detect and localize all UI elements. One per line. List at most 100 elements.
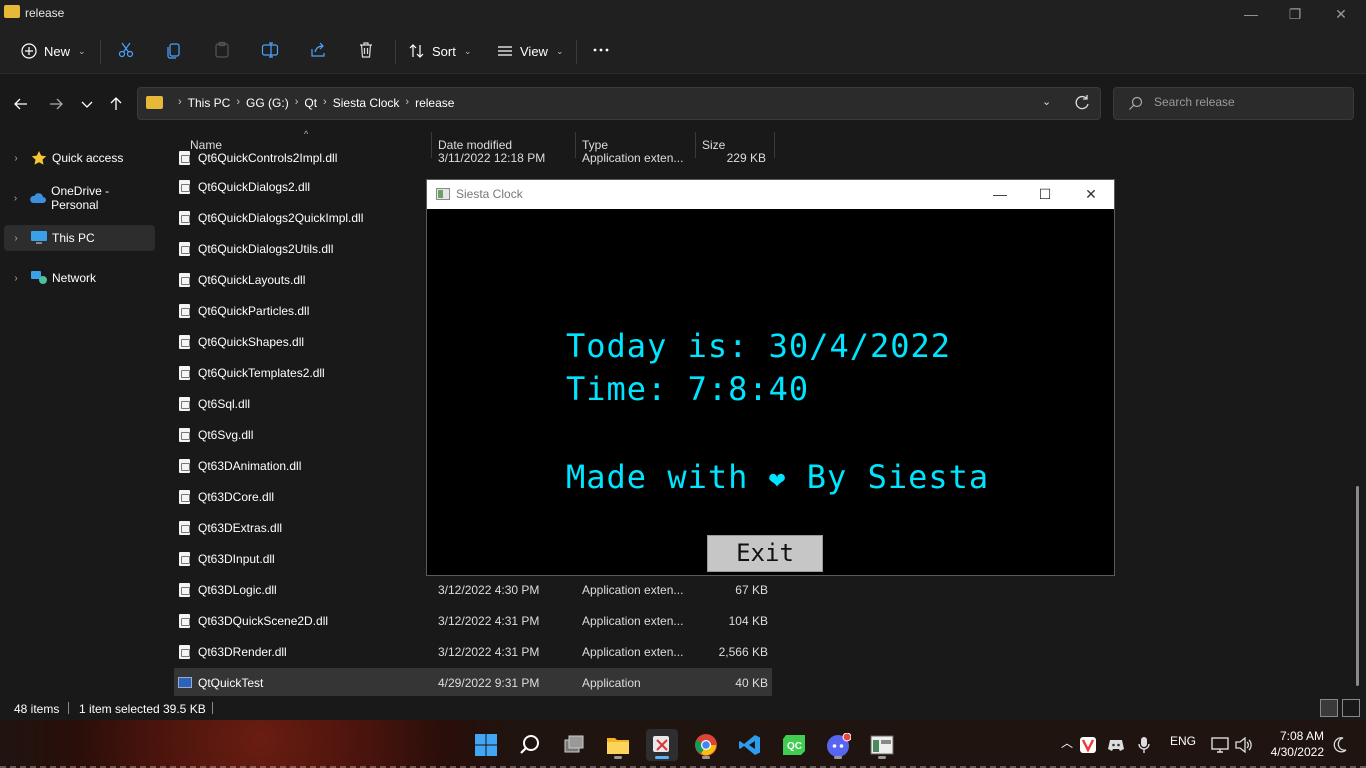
view-button[interactable]: View ⌄	[496, 36, 564, 66]
clock-time: 7:08 AM	[1279, 729, 1324, 743]
file-date: 3/12/2022 4:31 PM	[438, 645, 540, 659]
new-label: New	[44, 43, 71, 59]
file-name: Qt6QuickDialogs2.dll	[198, 180, 311, 194]
search-taskbar-button[interactable]	[514, 729, 546, 761]
breadcrumb-siesta-clock[interactable]: Siesta Clock	[333, 96, 400, 110]
discord-tray-icon[interactable]	[1104, 729, 1128, 761]
language-indicator[interactable]: ENG	[1170, 734, 1196, 748]
share-button[interactable]	[308, 40, 328, 60]
show-hidden-icons-button[interactable]: ︿	[1061, 734, 1073, 751]
chevron-right-icon[interactable]: ›	[6, 193, 25, 204]
sort-ascending-icon: ^	[304, 129, 309, 139]
dll-file-icon	[179, 366, 190, 380]
sort-button[interactable]: Sort ⌄	[408, 36, 471, 66]
volume-tray-icon[interactable]	[1232, 729, 1256, 761]
monitor-icon	[30, 229, 48, 247]
dll-file-icon	[179, 490, 190, 504]
network-tray-icon[interactable]	[1208, 729, 1232, 761]
maximize-button[interactable]: ☐	[1022, 180, 1068, 209]
breadcrumb-qt[interactable]: Qt	[304, 96, 317, 110]
sidebar-item-quick-access[interactable]: › Quick access	[4, 145, 155, 171]
file-name: Qt6QuickDialogs2QuickImpl.dll	[198, 211, 364, 225]
discord-taskbar-button[interactable]	[822, 729, 854, 761]
file-explorer-taskbar-button[interactable]	[602, 729, 634, 761]
siesta-clock-title-bar[interactable]: Siesta Clock — ☐ ✕	[427, 180, 1114, 209]
search-box[interactable]	[1113, 87, 1354, 120]
details-view-button[interactable]	[1320, 699, 1338, 717]
item-count: 48 items	[14, 702, 60, 716]
siesta-clock-taskbar-button[interactable]	[866, 729, 898, 761]
microphone-tray-icon[interactable]	[1132, 729, 1156, 761]
file-size: 2,566 KB	[718, 645, 768, 659]
folder-icon	[607, 738, 629, 754]
file-name: Qt63DAnimation.dll	[198, 459, 302, 473]
start-button[interactable]	[470, 729, 502, 761]
minimize-button[interactable]: —	[1228, 0, 1274, 28]
column-resize-handle[interactable]	[774, 132, 775, 158]
clipboard-icon	[215, 41, 229, 58]
taskbar-clock[interactable]: 7:08 AM 4/30/2022	[1260, 728, 1324, 760]
notification-button[interactable]	[1330, 729, 1350, 761]
taskbar: QC ︿ ENG 7:08 AM 4/30/2022	[0, 720, 1366, 768]
sidebar-item-network[interactable]: › Network	[4, 265, 155, 291]
breadcrumb-this-pc[interactable]: This PC	[188, 96, 231, 110]
view-lines-icon	[498, 46, 512, 56]
large-icons-view-button[interactable]	[1342, 699, 1360, 717]
svg-text:QC: QC	[787, 741, 802, 752]
paste-button[interactable]	[212, 40, 232, 60]
chevron-right-icon: ›	[236, 96, 241, 108]
file-row[interactable]: Qt63DLogic.dll 3/12/2022 4:30 PM Applica…	[174, 575, 772, 605]
rename-button[interactable]	[260, 40, 280, 60]
restore-button[interactable]: ❐	[1272, 0, 1318, 28]
qt-creator-taskbar-button[interactable]: QC	[778, 729, 810, 761]
file-row[interactable]: Qt63DQuickScene2D.dll 3/12/2022 4:31 PM …	[174, 606, 772, 636]
address-history-dropdown[interactable]: ⌄	[1042, 95, 1051, 108]
chevron-right-icon[interactable]: ›	[6, 273, 26, 284]
file-row[interactable]: Qt63DRender.dll 3/12/2022 4:31 PM Applic…	[174, 637, 772, 667]
copy-button[interactable]	[164, 40, 184, 60]
chevron-right-icon[interactable]: ›	[6, 153, 26, 164]
file-row-selected[interactable]: QtQuickTest 4/29/2022 9:31 PM Applicatio…	[174, 668, 772, 696]
cut-button[interactable]	[116, 40, 136, 60]
file-type: Application exten...	[582, 151, 684, 165]
scissors-icon	[118, 42, 134, 58]
more-options-button[interactable]	[591, 40, 611, 60]
file-name: Qt6QuickParticles.dll	[198, 304, 310, 318]
breadcrumb-release[interactable]: release	[415, 96, 454, 110]
vscode-taskbar-button[interactable]	[734, 729, 766, 761]
vertical-scrollbar[interactable]	[1356, 486, 1359, 686]
vivaldi-tray-icon[interactable]	[1076, 729, 1100, 761]
delete-button[interactable]	[356, 40, 376, 60]
recent-locations-button[interactable]	[77, 94, 97, 114]
breadcrumb-drive[interactable]: GG (G:)	[246, 96, 289, 110]
forward-button[interactable]	[46, 94, 66, 114]
search-input[interactable]	[1154, 95, 1344, 109]
chevron-right-icon[interactable]: ›	[6, 233, 26, 244]
dll-file-icon	[179, 428, 190, 442]
address-bar[interactable]: › This PC › GG (G:) › Qt › Siesta Clock …	[137, 87, 1101, 120]
sidebar-item-onedrive[interactable]: › OneDrive - Personal	[4, 184, 155, 212]
sidebar-item-this-pc[interactable]: › This PC	[4, 225, 155, 251]
qt-icon: QC	[783, 735, 805, 755]
chrome-taskbar-button[interactable]	[690, 729, 722, 761]
sort-icon	[409, 44, 424, 58]
new-button[interactable]: New ⌄	[20, 36, 86, 66]
dll-file-icon	[179, 583, 190, 597]
task-view-button[interactable]	[558, 729, 590, 761]
back-button[interactable]	[11, 94, 31, 114]
windows-logo-icon	[475, 734, 497, 756]
close-button[interactable]: ✕	[1068, 180, 1114, 209]
snipping-tool-taskbar-button[interactable]	[646, 729, 678, 761]
file-name: Qt6QuickLayouts.dll	[198, 273, 306, 287]
minimize-button[interactable]: —	[977, 180, 1023, 209]
dll-file-icon	[179, 151, 190, 165]
running-indicator	[878, 756, 886, 759]
exit-button[interactable]: Exit	[707, 535, 823, 572]
close-button[interactable]: ✕	[1318, 0, 1364, 28]
file-date: 4/29/2022 9:31 PM	[438, 676, 540, 690]
refresh-icon[interactable]	[1073, 94, 1091, 112]
divider	[100, 40, 101, 64]
up-button[interactable]	[106, 94, 126, 114]
microphone-icon	[1138, 737, 1150, 753]
file-row[interactable]: Qt6QuickControls2Impl.dll 3/11/2022 12:1…	[174, 150, 772, 173]
